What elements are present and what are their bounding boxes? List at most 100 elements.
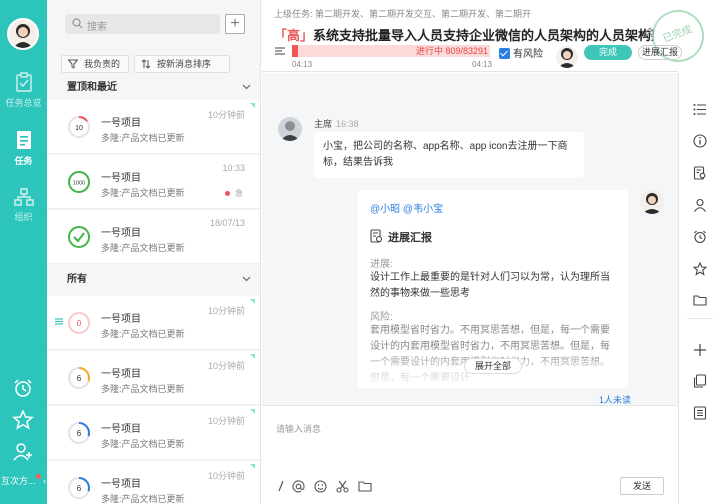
workspace-menu[interactable]: 互次方... › <box>0 474 47 487</box>
filter-mine-button[interactable]: 我负责的 <box>61 55 129 73</box>
list-icon[interactable] <box>693 103 707 116</box>
progress-content: 设计工作上最重要的是针对人们习以为常，认为理所当然的事物来做一些思考 <box>370 272 610 299</box>
right-toolbar <box>678 73 720 504</box>
item-title: 一号项目 <box>101 424 141 435</box>
search-input[interactable]: 搜索 <box>65 14 220 34</box>
assignee-avatar[interactable] <box>556 46 578 68</box>
item-time: 10分钟前 <box>207 361 245 371</box>
list-item[interactable]: 1000 一号项目 多隆:产品文档已更新 10:33 急 <box>47 155 260 209</box>
add-task-button[interactable]: + <box>225 14 245 34</box>
sort-label: 按新消息排序 <box>157 59 212 69</box>
risk-checkbox[interactable]: 有风险 <box>499 45 543 60</box>
section-title: 置顶和最近 <box>67 82 117 93</box>
clipboard-check-icon <box>15 72 32 92</box>
list-item[interactable]: 一号项目 多隆:产品文档已更新 18/07/13 <box>47 210 260 264</box>
progress-ring: 0 <box>68 312 90 334</box>
document-search-icon[interactable] <box>693 166 707 180</box>
section-title: 所有 <box>67 274 87 285</box>
copy-icon[interactable] <box>693 374 707 388</box>
task-progress-bar[interactable]: 进行中 809/83291 <box>292 45 490 57</box>
expand-all-button[interactable]: 展开全部 <box>464 358 522 374</box>
pin-marker <box>250 464 255 469</box>
item-subtitle: 多隆:产品文档已更新 <box>101 494 185 504</box>
nav-rail: 任务总览 任务 组织 互次方... › <box>0 0 47 504</box>
progress-fill <box>292 45 298 57</box>
progress-ring: 1000 <box>68 171 90 193</box>
sort-button[interactable]: 按新消息排序 <box>134 55 230 73</box>
folder-icon[interactable] <box>693 294 707 306</box>
list-item[interactable]: 6 一号项目 多隆:产品文档已更新 10分钟前 <box>47 351 260 405</box>
sender-avatar[interactable] <box>278 117 302 141</box>
progress-report-button[interactable]: 进展汇报 <box>638 45 682 60</box>
list-item[interactable]: 10 一号项目 多隆:产品文档已更新 10分钟前 <box>47 100 260 154</box>
slash-command-icon[interactable] <box>276 480 286 492</box>
list-item[interactable]: 6 一号项目 多隆:产品文档已更新 10分钟前 <box>47 406 260 460</box>
list-item[interactable]: 0 一号项目 多隆:产品文档已更新 10分钟前 <box>47 296 260 350</box>
toolbar-divider <box>687 318 713 319</box>
nav-item-tasks[interactable]: 任务 <box>0 130 47 167</box>
nav-label: 组织 <box>14 212 33 222</box>
end-time: 04:13 <box>472 60 493 69</box>
star-icon[interactable] <box>12 409 34 433</box>
item-subtitle: 多隆:产品文档已更新 <box>101 329 185 339</box>
pin-marker <box>250 103 255 108</box>
info-icon[interactable] <box>693 134 707 148</box>
conversation-list: 搜索 + 我负责的 按新消息排序 置顶和最近 10 一号项目 多隆:产品文档已更… <box>47 0 261 504</box>
menu-icon[interactable] <box>274 45 286 57</box>
star-icon[interactable] <box>693 262 707 276</box>
progress-ring: 10 <box>68 116 90 138</box>
ring-count: 6 <box>77 429 82 438</box>
ring-count: 1000 <box>73 181 85 187</box>
folder-icon[interactable] <box>358 480 372 492</box>
filter-icon <box>68 59 78 69</box>
section-pinned[interactable]: 置顶和最近 <box>47 78 260 98</box>
message-area: 主席 16:38 小宝，把公司的名称、app名称、app icon去注册一下商标，… <box>262 73 678 405</box>
ring-count: 10 <box>75 125 83 132</box>
complete-button[interactable]: 完成 <box>584 45 632 60</box>
add-user-icon[interactable] <box>12 442 34 465</box>
item-title: 一号项目 <box>101 369 141 380</box>
card-title: 进展汇报 <box>370 229 616 245</box>
item-title: 一号项目 <box>101 118 141 129</box>
progress-label: 进展: <box>370 259 393 270</box>
item-title: 一号项目 <box>101 173 141 184</box>
send-button[interactable]: 发送 <box>620 477 664 495</box>
card-title-text: 进展汇报 <box>388 232 432 244</box>
progress-ring: 6 <box>68 422 90 444</box>
at-mention-icon[interactable] <box>292 480 305 493</box>
item-subtitle: 多隆:产品文档已更新 <box>101 439 185 449</box>
task-title-text: 系统支持批量导入人员支持企业微信的人员架构的人员架构架构架 <box>313 28 654 43</box>
pin-marker <box>250 354 255 359</box>
org-chart-icon <box>13 188 34 206</box>
item-time: 10:33 <box>222 163 245 173</box>
chevron-down-icon <box>242 84 251 90</box>
mentions[interactable]: @小昭 @韦小宝 <box>370 200 616 215</box>
task-header: 上级任务: 第二期开发、第二期开发交互、第二期开发、第二期开 「高」系统支持批量… <box>262 0 712 72</box>
stack-icon <box>55 318 63 325</box>
item-time: 10分钟前 <box>207 110 245 120</box>
my-avatar[interactable] <box>640 190 664 214</box>
user-avatar[interactable] <box>7 18 39 50</box>
item-subtitle: 多隆:产品文档已更新 <box>101 133 185 143</box>
alarm-clock-icon[interactable] <box>12 378 34 401</box>
priority-tag: 「高」 <box>274 28 314 43</box>
list-item[interactable]: 6 一号项目 多隆:产品文档已更新 10分钟前 <box>47 461 260 504</box>
section-all[interactable]: 所有 <box>47 270 260 290</box>
risk-section-label: 风险: <box>370 312 393 323</box>
parent-task-breadcrumb[interactable]: 上级任务: 第二期开发、第二期开发交互、第二期开发、第二期开 <box>274 7 531 20</box>
item-title: 一号项目 <box>101 314 141 325</box>
emoji-icon[interactable] <box>314 480 327 493</box>
scissors-icon[interactable] <box>336 480 349 493</box>
user-icon[interactable] <box>693 198 707 212</box>
nav-item-org[interactable]: 组织 <box>0 188 47 223</box>
notification-dot <box>35 474 41 479</box>
item-title: 一号项目 <box>101 228 141 239</box>
message-input[interactable]: 请输入消息 <box>276 422 321 435</box>
alarm-clock-icon[interactable] <box>693 230 707 244</box>
nav-item-overview[interactable]: 任务总览 <box>0 72 47 109</box>
message-time: 16:38 <box>336 119 359 129</box>
completed-check-icon <box>68 226 90 248</box>
chevron-down-icon <box>242 276 251 282</box>
plus-icon[interactable] <box>693 343 707 357</box>
archive-icon[interactable] <box>693 406 707 420</box>
